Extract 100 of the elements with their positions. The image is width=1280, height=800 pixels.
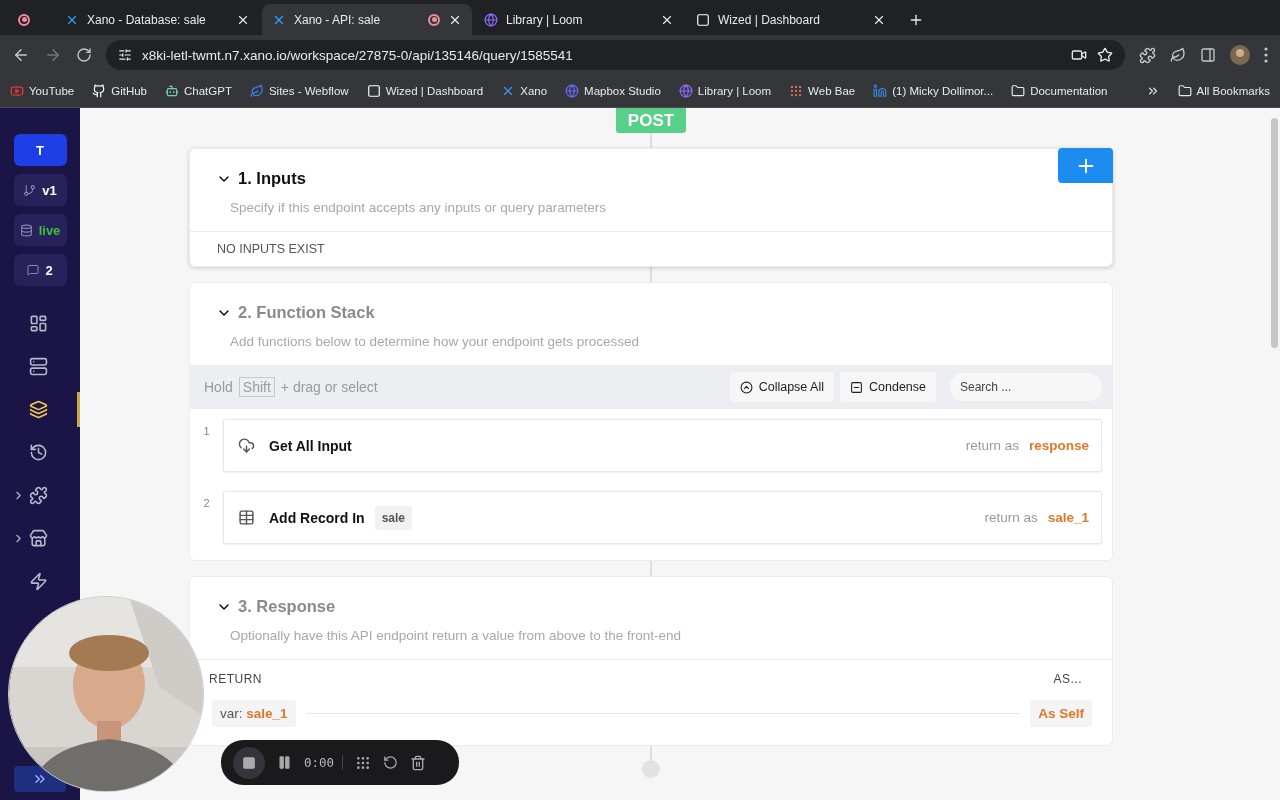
bookmark-folder[interactable]: All Bookmarks <box>1196 85 1270 97</box>
grid-icon[interactable] <box>355 754 372 771</box>
tab-title: Library | Loom <box>506 12 584 27</box>
workspace-button[interactable]: T <box>13 134 67 166</box>
browser-tab[interactable]: Xano - Database: sale <box>55 4 260 35</box>
bookmark[interactable]: Xano <box>520 85 548 97</box>
column-heading: RETURN <box>209 672 262 686</box>
section-title: 1. Inputs <box>238 169 306 188</box>
sidebar-icon[interactable] <box>1200 47 1216 63</box>
function-step[interactable]: Add Record In sale return as sale_1 <box>223 491 1102 544</box>
function-step[interactable]: Get All Input return as response <box>223 419 1102 472</box>
leaf-icon[interactable] <box>249 84 264 98</box>
globe-icon[interactable] <box>565 84 580 98</box>
scrollbar[interactable] <box>1271 118 1278 348</box>
forward-icon[interactable] <box>44 46 62 64</box>
step-number: 2 <box>202 496 211 509</box>
browser-tab[interactable]: Xano - API: sale <box>262 4 472 35</box>
trash-icon[interactable] <box>410 754 427 771</box>
bookmark[interactable]: ChatGPT <box>184 85 232 97</box>
table-icon <box>238 509 255 526</box>
globe-icon <box>484 12 498 27</box>
history-icon <box>29 443 48 462</box>
bookmark-folder[interactable]: Documentation <box>1030 85 1108 97</box>
return-label: return as <box>984 510 1038 525</box>
bookmark[interactable]: (1) Micky Dollimor... <box>892 85 994 97</box>
globe-icon[interactable] <box>678 84 693 98</box>
menu-icon[interactable] <box>1264 47 1268 63</box>
bookmark[interactable]: Web Bae <box>808 85 856 97</box>
return-variable[interactable]: var: sale_1 <box>212 700 296 727</box>
minus-square-icon <box>850 380 863 394</box>
dots-icon[interactable] <box>789 84 804 98</box>
leaf-icon[interactable] <box>1170 47 1186 63</box>
return-variable: sale_1 <box>1047 510 1089 525</box>
url-text: x8ki-letl-twmt.n7.xano.io/workspace/27875-0/api/135146/query/1585541 <box>142 47 573 63</box>
database-icon <box>29 357 48 376</box>
folder-icon[interactable] <box>1177 84 1192 98</box>
address-bar[interactable]: x8ki-letl-twmt.n7.xano.io/workspace/27875-0/api/135146/query/1585541 <box>106 40 1125 70</box>
collapse-icon <box>739 380 753 394</box>
step-title: Get All Input <box>269 437 352 454</box>
step-title: Add Record In <box>269 509 365 526</box>
section-subtitle: Specify if this endpoint accepts any inputs or query parameters <box>229 200 607 215</box>
add-button[interactable] <box>1058 148 1113 183</box>
section-subtitle: Optionally have this API endpoint return a value from above to the front-end <box>229 628 683 643</box>
branch-icon <box>23 183 37 197</box>
back-icon[interactable] <box>12 46 30 64</box>
key-label: Shift <box>238 377 275 397</box>
method-badge: POST <box>615 108 687 133</box>
linkedin-icon[interactable] <box>873 84 888 98</box>
comment-icon <box>27 264 40 276</box>
condense-button[interactable]: Condense <box>840 372 936 402</box>
section-title: 3. Response <box>238 597 336 616</box>
github-icon[interactable] <box>92 84 107 98</box>
tab-title: Xano - API: sale <box>294 12 382 27</box>
recording-icon[interactable] <box>18 13 30 26</box>
stop-icon <box>242 755 256 770</box>
empty-message: NO INPUTS EXIST <box>190 231 1112 266</box>
datasource-button[interactable]: live <box>13 214 67 246</box>
square-icon[interactable] <box>366 84 381 98</box>
search-field[interactable]: Search ... <box>950 373 1102 401</box>
bookmark[interactable]: YouTube <box>29 85 75 97</box>
pause-icon <box>277 755 292 770</box>
column-heading: AS... <box>1053 672 1082 686</box>
lightning-icon <box>29 572 48 591</box>
step-number: 1 <box>202 424 211 437</box>
collapse-all-button[interactable]: Collapse All <box>729 372 834 402</box>
database-icon <box>19 223 33 237</box>
dashboard-icon <box>29 314 48 333</box>
restart-icon[interactable] <box>383 755 399 770</box>
tab-title: Xano - Database: sale <box>87 12 207 27</box>
settings-icon[interactable] <box>118 48 132 62</box>
section-subtitle: Add functions below to determine how your endpoint gets processed <box>229 334 640 349</box>
stop-button[interactable] <box>233 746 265 779</box>
avatar-icon[interactable] <box>1230 45 1250 65</box>
pause-button[interactable] <box>277 755 292 770</box>
section-title: 2. Function Stack <box>238 303 375 322</box>
cloud-download-icon <box>238 437 255 454</box>
video-icon[interactable] <box>1071 47 1087 63</box>
hint-text: Hold <box>204 379 233 395</box>
puzzle-icon <box>29 486 48 505</box>
layers-icon <box>29 400 48 419</box>
browser-tab[interactable]: Library | Loom <box>474 4 684 35</box>
store-icon <box>29 529 48 548</box>
puzzle-icon[interactable] <box>1139 46 1156 64</box>
bookmark[interactable]: Mapbox Studio <box>584 85 661 97</box>
bookmark[interactable]: Sites - Webflow <box>268 85 349 97</box>
bookmark[interactable]: GitHub <box>111 85 147 97</box>
youtube-icon[interactable] <box>10 84 24 98</box>
bookmark[interactable]: Library | Loom <box>697 85 772 97</box>
bookmark[interactable]: Wized | Dashboard <box>385 85 484 97</box>
bot-icon[interactable] <box>165 84 179 98</box>
folder-icon[interactable] <box>1011 84 1026 98</box>
square-logo-icon <box>696 12 710 27</box>
reload-icon[interactable] <box>76 47 92 63</box>
hint-text: + drag or select <box>280 379 378 395</box>
comments-button[interactable]: 2 <box>13 254 67 286</box>
branch-button[interactable]: v1 <box>13 174 67 206</box>
tab-title: Wized | Dashboard <box>718 12 821 27</box>
star-icon[interactable] <box>1097 47 1113 63</box>
browser-tab[interactable]: Wized | Dashboard <box>686 4 896 35</box>
table-tag: sale <box>374 505 413 530</box>
